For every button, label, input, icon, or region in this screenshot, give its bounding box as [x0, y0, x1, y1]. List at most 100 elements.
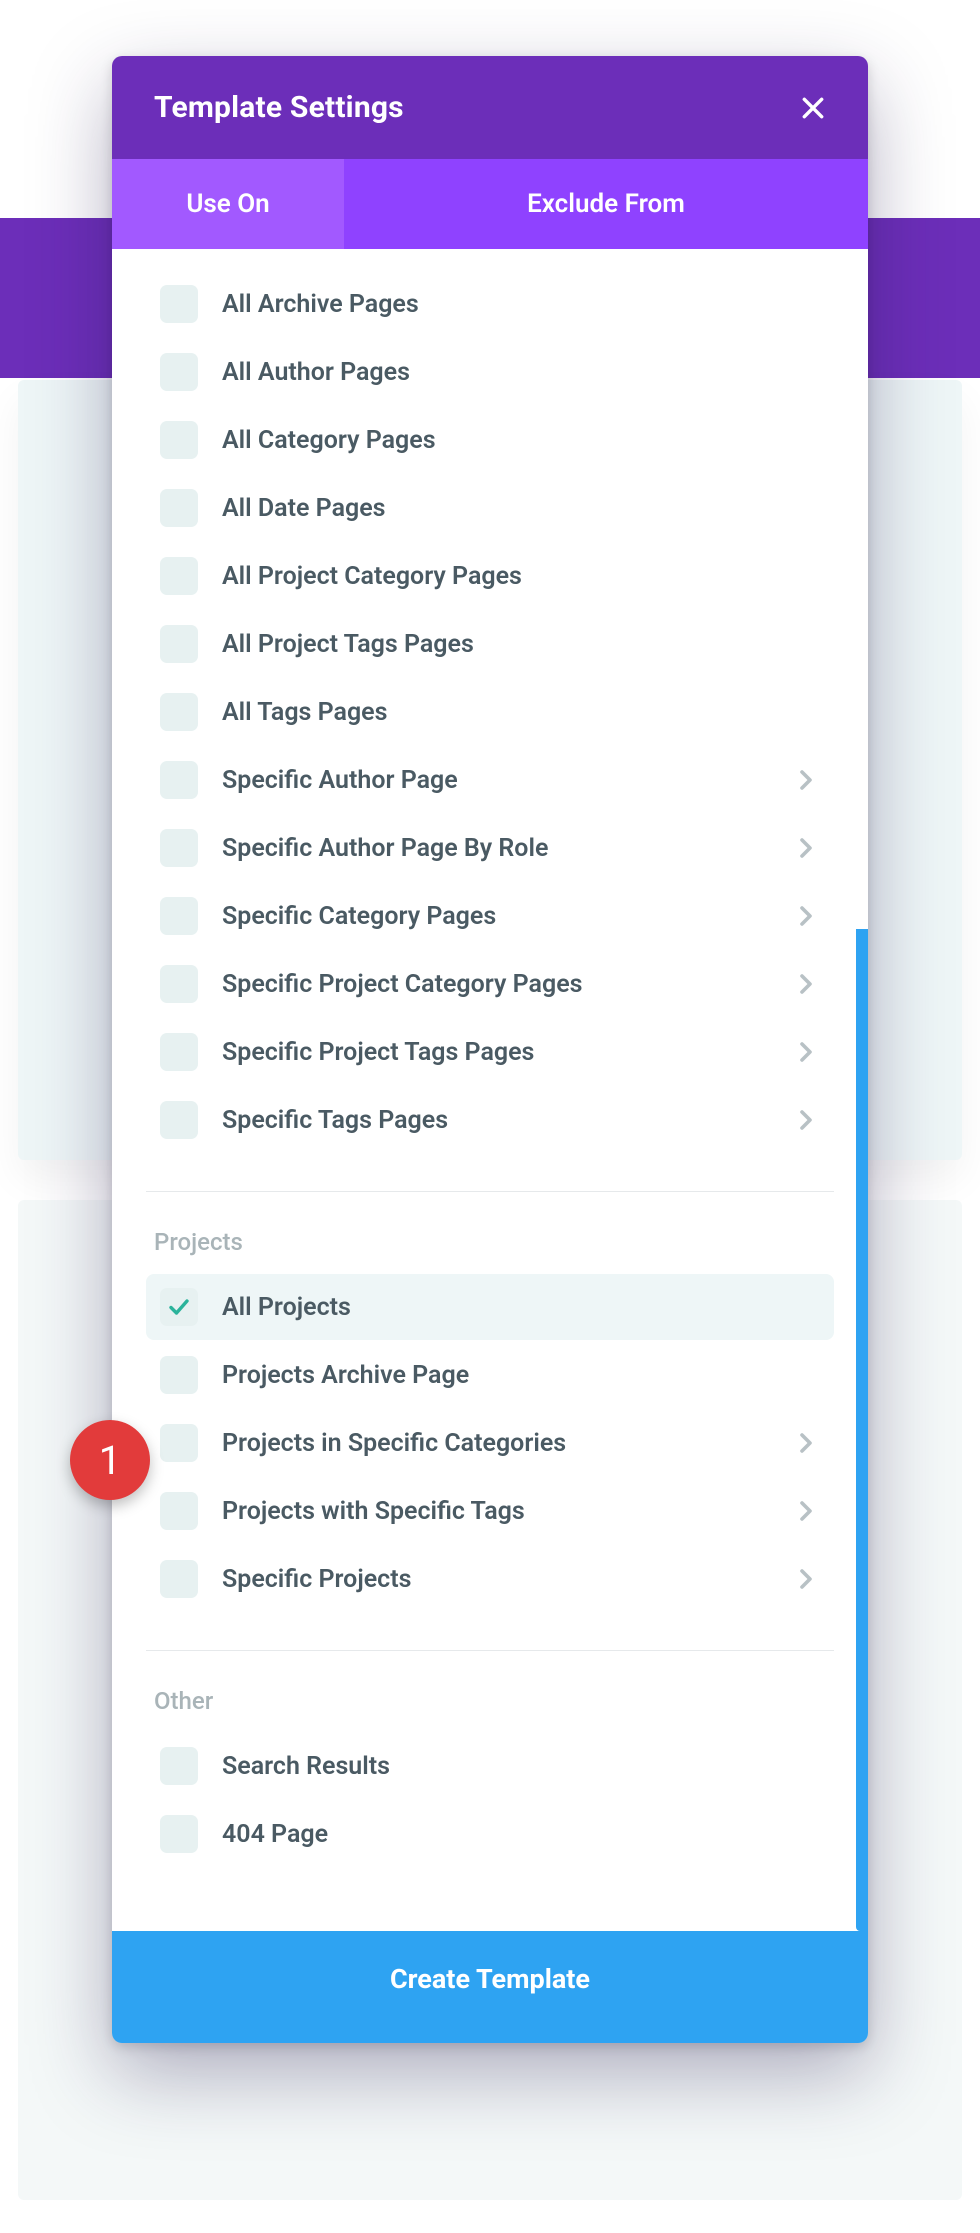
expand-button[interactable] — [792, 1038, 820, 1066]
option-row[interactable]: Specific Author Page By Role — [146, 815, 834, 881]
checkbox[interactable] — [160, 1356, 198, 1394]
chevron-right-icon — [797, 1038, 815, 1066]
chevron-right-icon — [797, 1106, 815, 1134]
checkbox[interactable] — [160, 761, 198, 799]
option-label: All Tags Pages — [222, 698, 820, 727]
checkbox[interactable] — [160, 1747, 198, 1785]
option-row[interactable]: All Category Pages — [146, 407, 834, 473]
checkbox[interactable] — [160, 965, 198, 1003]
option-row[interactable]: Projects Archive Page — [146, 1342, 834, 1408]
expand-button[interactable] — [792, 1429, 820, 1457]
callout-marker: 1 — [70, 1420, 150, 1500]
option-label: Specific Author Page By Role — [222, 834, 768, 863]
option-label: Specific Tags Pages — [222, 1106, 768, 1135]
checkbox[interactable] — [160, 1288, 198, 1326]
option-label: All Archive Pages — [222, 290, 820, 319]
expand-button[interactable] — [792, 902, 820, 930]
section-title: Projects — [154, 1228, 826, 1256]
expand-button[interactable] — [792, 1565, 820, 1593]
expand-button[interactable] — [792, 970, 820, 998]
option-row[interactable]: Specific Projects — [146, 1546, 834, 1612]
chevron-right-icon — [797, 1497, 815, 1525]
option-label: 404 Page — [222, 1820, 820, 1849]
option-row[interactable]: Projects with Specific Tags — [146, 1478, 834, 1544]
expand-button[interactable] — [792, 1497, 820, 1525]
modal-body: All Archive Pages All Author Pages All Cat… — [112, 249, 868, 1931]
checkbox[interactable] — [160, 557, 198, 595]
template-settings-modal: Template Settings Use On Exclude From Al… — [112, 56, 868, 2043]
option-row[interactable]: All Archive Pages — [146, 271, 834, 337]
checkbox[interactable] — [160, 421, 198, 459]
create-template-button[interactable]: Create Template — [112, 1931, 868, 2043]
check-icon — [167, 1295, 191, 1319]
option-row[interactable]: All Tags Pages — [146, 679, 834, 745]
option-label: All Author Pages — [222, 358, 820, 387]
section-other: Other Search Results 404 Page — [146, 1650, 834, 1891]
close-button[interactable] — [800, 95, 826, 121]
option-label: Projects in Specific Categories — [222, 1429, 768, 1458]
checkbox[interactable] — [160, 1560, 198, 1598]
callout-number: 1 — [99, 1437, 121, 1484]
checkbox[interactable] — [160, 489, 198, 527]
checkbox[interactable] — [160, 1424, 198, 1462]
tab-exclude-from[interactable]: Exclude From — [344, 159, 868, 249]
option-row[interactable]: All Project Tags Pages — [146, 611, 834, 677]
option-row[interactable]: All Project Category Pages — [146, 543, 834, 609]
option-label: Search Results — [222, 1752, 820, 1781]
modal-tabs: Use On Exclude From — [112, 159, 868, 249]
option-label: Projects Archive Page — [222, 1361, 820, 1390]
expand-button[interactable] — [792, 766, 820, 794]
chevron-right-icon — [797, 834, 815, 862]
option-label: All Projects — [222, 1293, 820, 1322]
checkbox[interactable] — [160, 625, 198, 663]
modal-header: Template Settings — [112, 56, 868, 159]
scrollbar[interactable] — [856, 929, 868, 1931]
chevron-right-icon — [797, 766, 815, 794]
expand-button[interactable] — [792, 1106, 820, 1134]
option-row[interactable]: Specific Category Pages — [146, 883, 834, 949]
option-label: All Project Category Pages — [222, 562, 820, 591]
option-label: Specific Projects — [222, 1565, 768, 1594]
close-icon — [800, 95, 826, 121]
button-label: Create Template — [390, 1963, 590, 1995]
checkbox[interactable] — [160, 897, 198, 935]
option-row[interactable]: Projects in Specific Categories — [146, 1410, 834, 1476]
option-row[interactable]: Specific Tags Pages — [146, 1087, 834, 1153]
chevron-right-icon — [797, 1429, 815, 1457]
chevron-right-icon — [797, 1565, 815, 1593]
option-label: Specific Category Pages — [222, 902, 768, 931]
option-row[interactable]: Search Results — [146, 1733, 834, 1799]
section-projects: Projects All Projects Projects Archive Pa… — [146, 1191, 834, 1636]
option-label: Projects with Specific Tags — [222, 1497, 768, 1526]
checkbox[interactable] — [160, 829, 198, 867]
checkbox[interactable] — [160, 693, 198, 731]
option-row[interactable]: Specific Project Category Pages — [146, 951, 834, 1017]
option-label: Specific Project Tags Pages — [222, 1038, 768, 1067]
tab-use-on[interactable]: Use On — [112, 159, 344, 249]
section-title: Other — [154, 1687, 826, 1715]
option-row[interactable]: All Date Pages — [146, 475, 834, 541]
checkbox[interactable] — [160, 353, 198, 391]
tab-label: Use On — [186, 189, 269, 219]
checkbox[interactable] — [160, 1101, 198, 1139]
option-label: Specific Project Category Pages — [222, 970, 768, 999]
section-archive: All Archive Pages All Author Pages All Cat… — [146, 261, 834, 1177]
option-label: Specific Author Page — [222, 766, 768, 795]
option-label: All Category Pages — [222, 426, 820, 455]
checkbox[interactable] — [160, 285, 198, 323]
option-row[interactable]: Specific Author Page — [146, 747, 834, 813]
tab-label: Exclude From — [527, 189, 685, 219]
option-row[interactable]: All Author Pages — [146, 339, 834, 405]
option-label: All Date Pages — [222, 494, 820, 523]
modal-title: Template Settings — [154, 90, 404, 125]
option-row[interactable]: 404 Page — [146, 1801, 834, 1867]
option-row[interactable]: Specific Project Tags Pages — [146, 1019, 834, 1085]
checkbox[interactable] — [160, 1815, 198, 1853]
option-row[interactable]: All Projects — [146, 1274, 834, 1340]
checkbox[interactable] — [160, 1033, 198, 1071]
checkbox[interactable] — [160, 1492, 198, 1530]
chevron-right-icon — [797, 902, 815, 930]
expand-button[interactable] — [792, 834, 820, 862]
chevron-right-icon — [797, 970, 815, 998]
option-label: All Project Tags Pages — [222, 630, 820, 659]
